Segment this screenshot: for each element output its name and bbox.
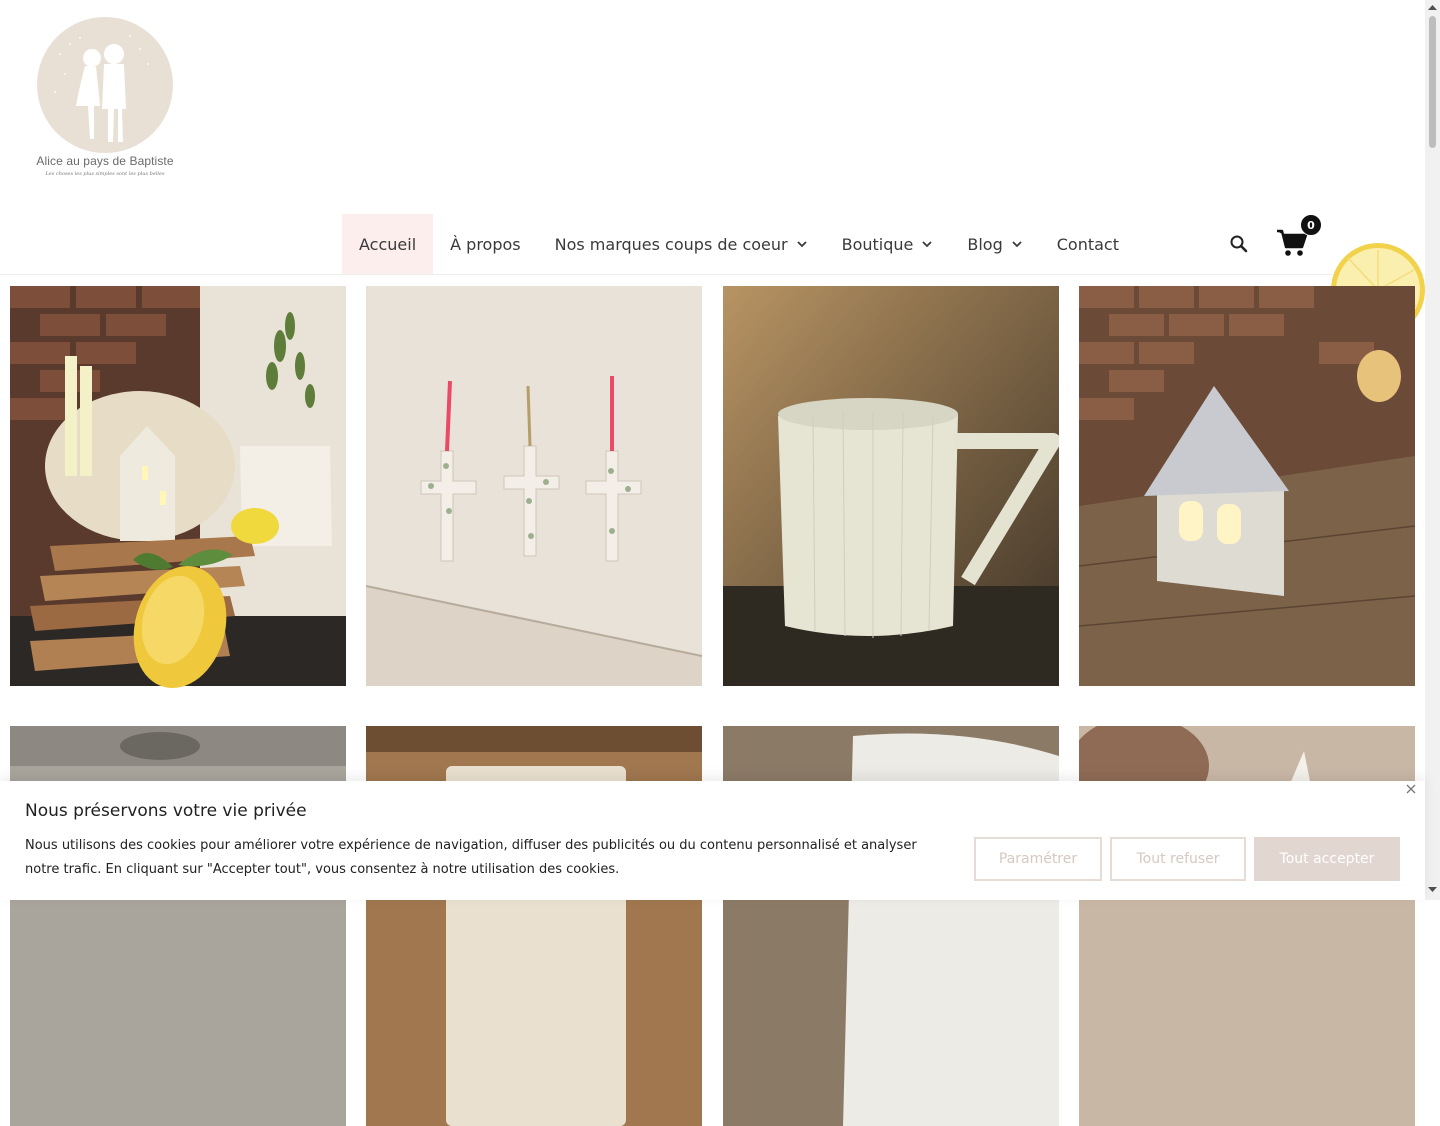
search-icon[interactable] [1228,233,1250,255]
site-header: Alice au pays de Baptiste Les choses les… [0,0,1425,275]
product-tile[interactable] [366,286,702,686]
nav-item-a-propos[interactable]: À propos [433,214,537,274]
cookie-accept-all-button[interactable]: Tout accepter [1254,837,1400,881]
product-image [723,286,1059,686]
nav-item-nos-marques[interactable]: Nos marques coups de coeur [538,214,825,274]
nav-item-label: Accueil [359,234,417,254]
cookie-reject-all-button[interactable]: Tout refuser [1110,837,1246,881]
nav-item-contact[interactable]: Contact [1040,214,1136,274]
product-image [1079,286,1415,686]
nav-item-boutique[interactable]: Boutique [825,214,951,274]
nav-item-label: Nos marques coups de coeur [554,234,788,254]
chevron-down-icon [796,241,807,248]
nav-item-label: Contact [1056,234,1119,254]
scroll-down-arrow-icon[interactable] [1427,884,1438,894]
brand-tagline: Les choses les plus simples sont les plu… [45,171,165,177]
nav-item-label: Blog [967,234,1003,254]
brand-name: Alice au pays de Baptiste [36,154,174,168]
main-navigation: Accueil À propos Nos marques coups de co… [342,214,1136,274]
product-image [366,286,702,686]
nav-item-label: Boutique [841,234,914,254]
cookie-description: Nous utilisons des cookies pour améliore… [25,838,917,877]
nav-item-accueil[interactable]: Accueil [342,214,434,274]
nav-item-blog[interactable]: Blog [950,214,1039,274]
lemon-decoration [133,549,233,689]
close-icon[interactable] [1404,782,1418,796]
cookie-title: Nous préservons votre vie privée [25,801,307,821]
nav-item-label: À propos [450,234,521,254]
scroll-up-arrow-icon[interactable] [1427,3,1438,13]
cookie-settings-button[interactable]: Paramétrer [974,837,1102,881]
chevron-down-icon [1012,241,1022,248]
cart-count-badge: 0 [1300,214,1322,236]
scrollbar-thumb[interactable] [1429,16,1436,148]
chevron-down-icon [922,241,932,248]
product-tile[interactable] [723,286,1059,686]
product-tile[interactable] [1079,286,1415,686]
